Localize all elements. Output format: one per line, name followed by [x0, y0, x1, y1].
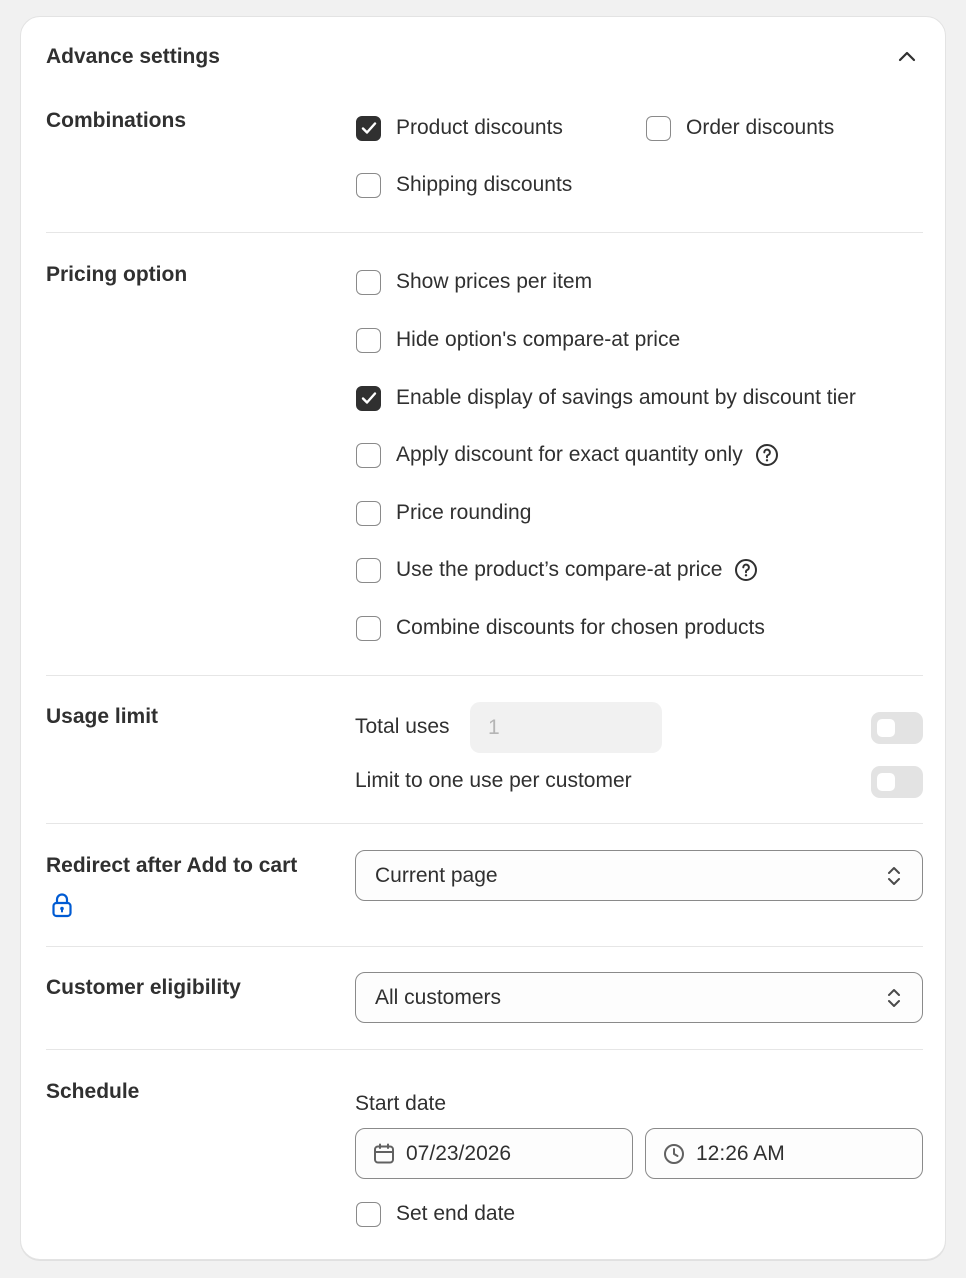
price-rounding-checkbox[interactable]: Price rounding [356, 499, 531, 527]
hide-compare-at-price-checkbox[interactable]: Hide option's compare-at price [356, 326, 680, 354]
product-compare-at-price-checkbox[interactable]: Use the product’s compare-at price [356, 556, 758, 584]
checkbox-box[interactable] [646, 115, 671, 141]
checkbox-label: Enable display of savings amount by disc… [396, 386, 856, 409]
checkbox-label: Combine discounts for chosen products [396, 616, 765, 639]
checkbox-label: Apply discount for exact quantity only [396, 443, 743, 466]
checkbox-box[interactable] [356, 615, 381, 641]
select-chevrons-icon [888, 867, 900, 885]
divider [46, 675, 923, 676]
divider [46, 823, 923, 824]
one-use-per-customer-toggle[interactable] [871, 766, 923, 798]
one-use-per-customer-label: Limit to one use per customer [355, 769, 632, 792]
start-date-label: Start date [355, 1092, 447, 1115]
shipping-discounts-checkbox[interactable]: Shipping discounts [356, 171, 572, 199]
checkbox-box[interactable] [356, 115, 381, 141]
checkbox-box[interactable] [356, 500, 381, 526]
divider [46, 1049, 923, 1050]
clock-icon [663, 1143, 685, 1165]
show-prices-per-item-checkbox[interactable]: Show prices per item [356, 268, 592, 296]
question-circle-icon[interactable] [734, 558, 758, 582]
usage-limit-label: Usage limit [46, 705, 159, 728]
redirect-select-value: Current page [375, 863, 498, 887]
total-uses-value: 1 [488, 715, 500, 739]
exact-quantity-checkbox[interactable]: Apply discount for exact quantity only [356, 441, 779, 469]
total-uses-label: Total uses [355, 715, 450, 738]
set-end-date-checkbox[interactable]: Set end date [356, 1200, 515, 1228]
calendar-icon [373, 1143, 395, 1165]
checkbox-label: Set end date [396, 1202, 516, 1225]
eligibility-select-value: All customers [375, 985, 502, 1009]
checkmark-icon [361, 392, 376, 404]
start-time-input[interactable]: 12:26 AM [645, 1128, 923, 1179]
checkbox-label: Use the product’s compare-at price [396, 558, 723, 581]
checkbox-box[interactable] [356, 172, 381, 198]
checkbox-label: Hide option's compare-at price [396, 328, 681, 351]
redirect-label: Redirect after Add to cart [46, 854, 298, 877]
checkbox-label: Product discounts [396, 116, 563, 139]
combinations-label: Combinations [46, 109, 186, 132]
checkbox-label: Order discounts [686, 116, 835, 139]
advance-settings-card: Advance settings Combinations Product di… [20, 16, 946, 1260]
checkbox-box[interactable] [356, 327, 381, 353]
checkbox-label: Show prices per item [396, 270, 593, 293]
lock-icon[interactable] [51, 892, 73, 918]
chevron-up-icon [898, 51, 916, 62]
start-time-value: 12:26 AM [696, 1141, 785, 1165]
schedule-label: Schedule [46, 1080, 140, 1103]
customer-eligibility-select[interactable]: All customers [355, 972, 923, 1023]
toggle-knob [877, 719, 895, 737]
redirect-select[interactable]: Current page [355, 850, 923, 901]
savings-amount-checkbox[interactable]: Enable display of savings amount by disc… [356, 384, 856, 412]
start-date-value: 07/23/2026 [406, 1141, 512, 1165]
combine-discounts-checkbox[interactable]: Combine discounts for chosen products [356, 614, 765, 642]
toggle-knob [877, 773, 895, 791]
checkbox-box[interactable] [356, 557, 381, 583]
card-title: Advance settings [46, 45, 220, 68]
order-discounts-checkbox[interactable]: Order discounts [646, 114, 834, 142]
question-circle-icon[interactable] [755, 443, 779, 467]
total-uses-toggle[interactable] [871, 712, 923, 744]
pricing-option-label: Pricing option [46, 263, 188, 286]
start-date-input[interactable]: 07/23/2026 [355, 1128, 633, 1179]
customer-eligibility-label: Customer eligibility [46, 976, 241, 999]
divider [46, 232, 923, 233]
checkbox-box[interactable] [356, 442, 381, 468]
divider [46, 946, 923, 947]
checkbox-box[interactable] [356, 385, 381, 411]
select-chevrons-icon [888, 989, 900, 1007]
checkbox-label: Shipping discounts [396, 173, 573, 196]
checkbox-box[interactable] [356, 269, 381, 295]
collapse-button[interactable] [893, 43, 921, 69]
checkbox-box[interactable] [356, 1201, 381, 1227]
checkbox-label: Price rounding [396, 501, 532, 524]
checkmark-icon [361, 122, 376, 134]
total-uses-input[interactable]: 1 [470, 702, 662, 753]
product-discounts-checkbox[interactable]: Product discounts [356, 114, 563, 142]
